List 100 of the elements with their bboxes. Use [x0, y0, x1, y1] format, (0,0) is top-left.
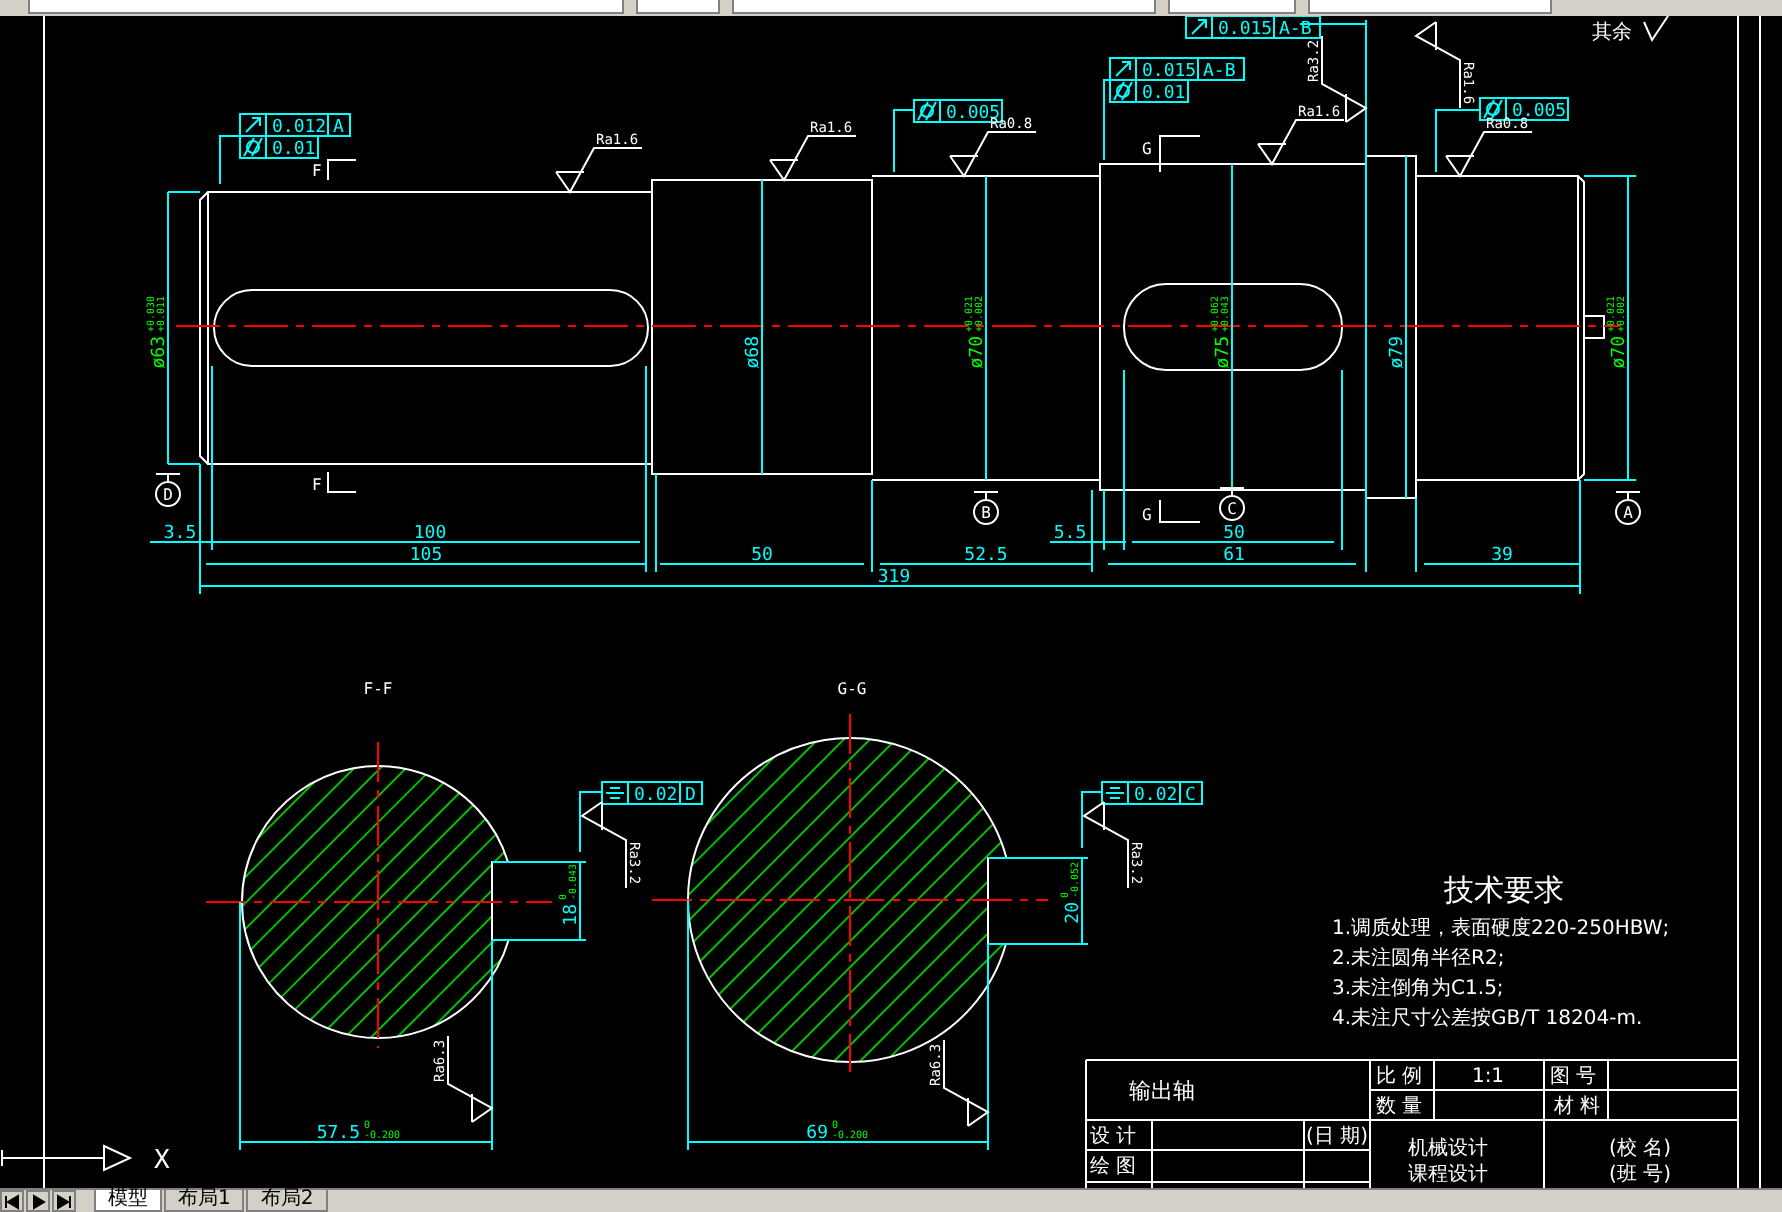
requirements-title: 技术要求	[1444, 872, 1564, 908]
title-block-text: 图 号	[1550, 1066, 1597, 1088]
requirement-item: 1.调质处理，表面硬度220-250HBW;	[1332, 918, 1670, 940]
roughness-icon	[447, 1035, 494, 1123]
datum-icon	[973, 491, 999, 525]
dimension-text: 20	[1064, 902, 1084, 924]
runout-icon	[245, 117, 261, 133]
tolerance-frame	[1185, 16, 1321, 39]
dimension-text: 5.5	[1053, 524, 1087, 544]
requirement-item: 2.未注圆角半径R2;	[1332, 948, 1505, 970]
toolbar-field[interactable]	[732, 0, 1156, 14]
dimension-text: 57.5	[316, 1124, 360, 1144]
axis-label: X	[154, 1146, 170, 1176]
title-block-text: 1:1	[1471, 1066, 1505, 1088]
cylindricity-icon	[243, 137, 263, 157]
datum-letter: D	[163, 486, 173, 504]
datum-reference: D	[685, 786, 696, 806]
toolbar-field[interactable]	[28, 0, 624, 14]
cylindricity-icon	[1113, 81, 1133, 101]
other-surfaces-label: 其余	[1592, 22, 1632, 44]
tolerance-value: 0.012	[272, 118, 327, 138]
roughness-icon	[580, 801, 627, 889]
ucs-axis-icon	[1, 1145, 133, 1171]
roughness-icon	[1643, 16, 1669, 43]
tolerance-frame	[239, 113, 351, 137]
symmetry-icon	[1105, 787, 1125, 799]
dimension-text: 3.5	[163, 524, 197, 544]
title-block-text: 比 例	[1376, 1066, 1423, 1088]
roughness-icon	[949, 131, 1037, 178]
layout-tab[interactable]: 模型	[94, 1190, 162, 1212]
layout-tab[interactable]: 布局2	[246, 1190, 328, 1212]
datum-icon	[1219, 487, 1245, 521]
tolerance-value: 0.015	[1218, 20, 1273, 40]
title-block-text: 设 计	[1090, 1126, 1137, 1148]
tab-scroll-button[interactable]	[26, 1190, 50, 1212]
section-title: G-G	[837, 680, 867, 698]
tolerance-value: 0.015	[1142, 62, 1197, 82]
datum-reference: C	[1185, 786, 1196, 806]
toolbar-field[interactable]	[636, 0, 720, 14]
datum-letter: C	[1227, 500, 1237, 518]
title-block-text: 材 料	[1554, 1096, 1601, 1118]
datum-reference: A	[333, 118, 344, 138]
dimension-text: ø70	[1610, 336, 1630, 369]
roughness-icon	[1082, 801, 1129, 889]
requirement-item: 4.未注尺寸公差按GB/T 18204-m.	[1332, 1008, 1643, 1030]
cylindricity-icon	[917, 101, 937, 121]
dimension-text: 50	[751, 546, 773, 566]
dimension-text: 100	[413, 524, 447, 544]
dimension-text: 105	[409, 546, 443, 566]
dimension-text: ø79	[1388, 336, 1408, 369]
toolbar-field[interactable]	[1308, 0, 1552, 14]
tolerance-value: 0.02	[634, 786, 678, 806]
tolerance-value: 0.01	[1142, 84, 1186, 104]
tolerance-value: 0.02	[1134, 786, 1178, 806]
datum-reference: A-B	[1203, 62, 1236, 82]
title-block-text: 数 量	[1376, 1096, 1423, 1118]
part-name: 输出轴	[1129, 1078, 1195, 1104]
dimension-text: ø70	[968, 336, 988, 369]
symmetry-icon	[605, 787, 625, 799]
roughness-icon	[555, 147, 643, 194]
tolerance-frame	[1479, 97, 1569, 121]
last-tab-icon	[54, 1191, 74, 1211]
dimension-text: ø68	[744, 336, 764, 369]
tolerance-value: 0.01	[272, 140, 316, 160]
next-tab-icon	[28, 1191, 48, 1211]
toolbar-field[interactable]	[1168, 0, 1296, 14]
section-letter: F	[312, 162, 322, 180]
dimension-text: ø75	[1214, 336, 1234, 369]
runout-icon	[1191, 19, 1207, 35]
tolerance-frame	[1101, 781, 1203, 805]
cylindricity-icon	[1483, 99, 1503, 119]
dimension-text: 18	[562, 904, 582, 926]
roughness-icon	[769, 135, 857, 182]
datum-icon	[155, 473, 181, 507]
layout-tab[interactable]: 布局1	[164, 1190, 245, 1212]
title-block-text: (班 号)	[1609, 1164, 1671, 1186]
title-block-text: (日 期)	[1306, 1126, 1368, 1148]
section-letter: F	[312, 476, 322, 494]
tolerance-frame	[601, 781, 703, 805]
roughness-icon	[1414, 21, 1461, 109]
roughness-icon	[943, 1039, 990, 1127]
dimension-text: 61	[1223, 546, 1245, 566]
roughness-icon	[1445, 131, 1533, 178]
title-block-text: (校 名)	[1609, 1138, 1671, 1160]
tab-scroll-button[interactable]	[0, 1190, 24, 1212]
title-block-text: 绘 图	[1090, 1156, 1137, 1178]
datum-icon	[1615, 491, 1641, 525]
datum-letter: A	[1623, 504, 1633, 522]
dimension-text: 50	[1223, 524, 1245, 544]
dimension-text: 69	[806, 1124, 828, 1144]
section-letter: G	[1142, 506, 1152, 524]
datum-letter: B	[981, 504, 991, 522]
runout-icon	[1115, 61, 1131, 77]
first-tab-icon	[2, 1191, 22, 1211]
tab-scroll-button[interactable]	[52, 1190, 76, 1212]
title-block-text: 课程设计	[1408, 1164, 1488, 1186]
dimension-text: 52.5	[964, 546, 1008, 566]
section-title: F-F	[363, 680, 393, 698]
dimension-text: 39	[1491, 546, 1513, 566]
section-letter: G	[1142, 140, 1152, 158]
